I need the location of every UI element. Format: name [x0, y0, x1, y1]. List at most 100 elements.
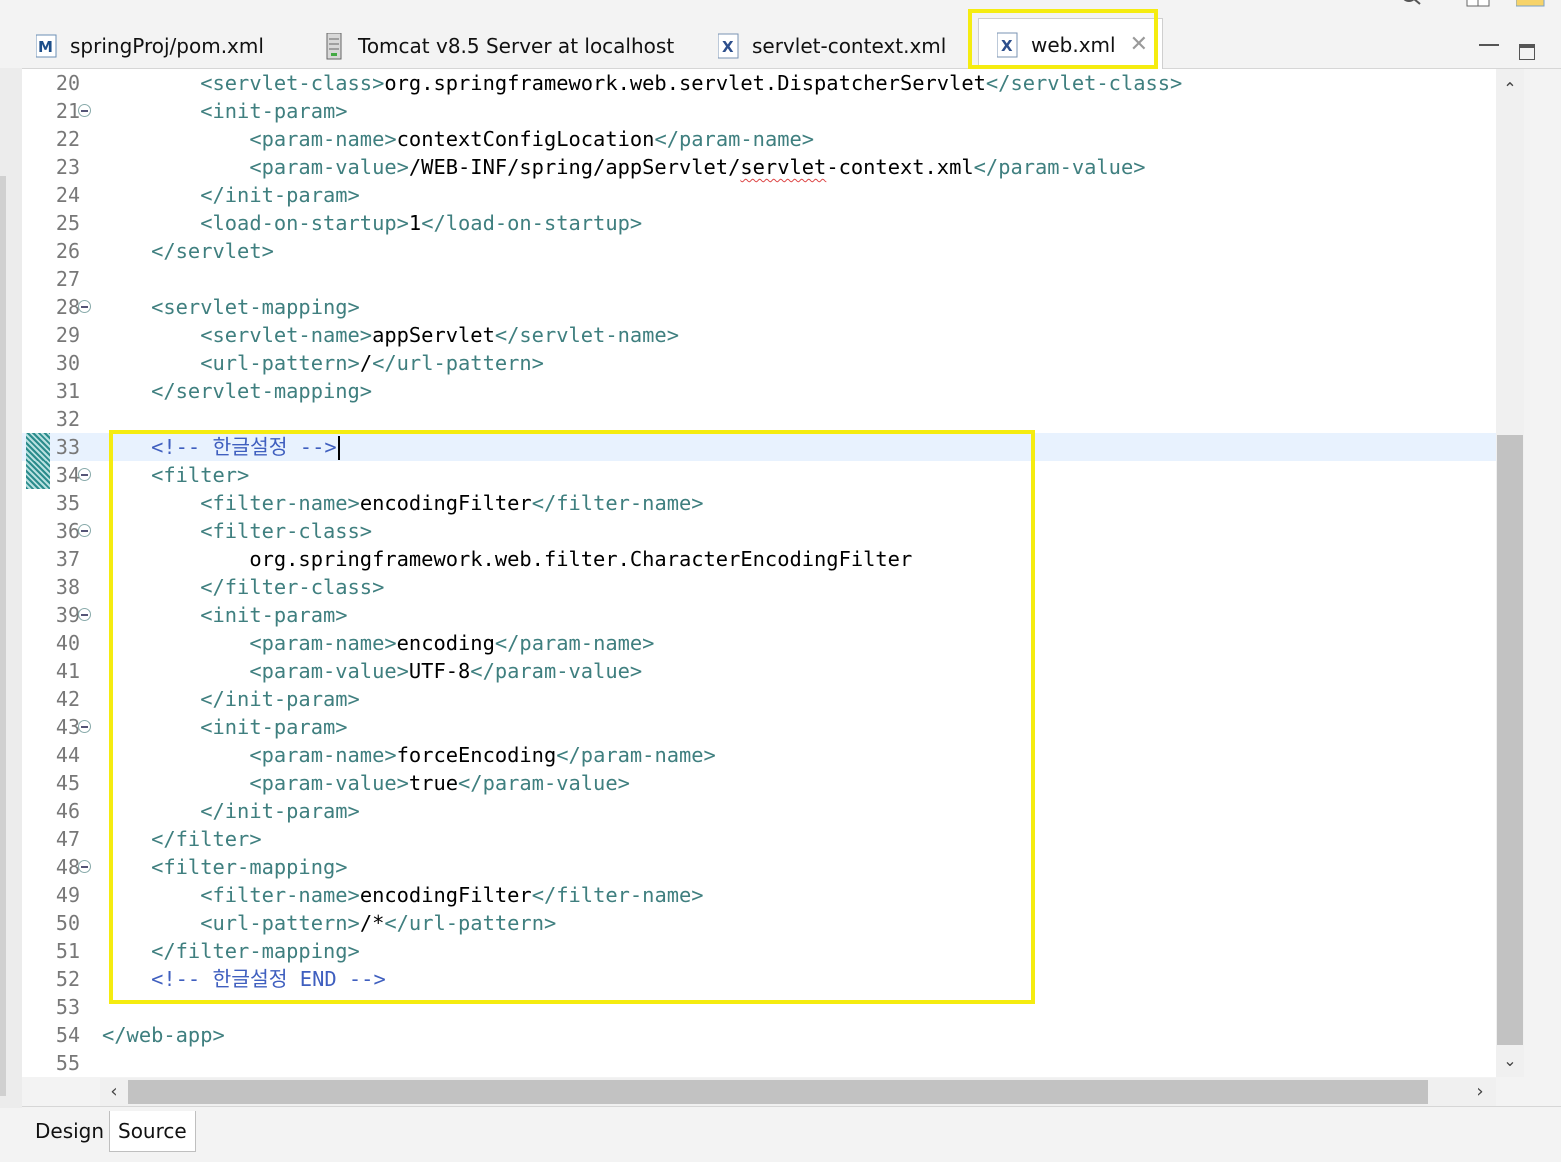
xml-file-icon: X: [717, 33, 740, 59]
code-line[interactable]: 54 </web-app>: [22, 1021, 1496, 1049]
xml-tag: <param-name>: [102, 631, 397, 655]
svg-text:X: X: [722, 38, 734, 56]
minimize-icon[interactable]: [1479, 44, 1499, 46]
code-line[interactable]: 29 <servlet-name>appServlet</servlet-nam…: [22, 321, 1496, 349]
perspective-icon[interactable]: [1466, 0, 1490, 8]
line-number: 23: [55, 155, 80, 179]
code-line[interactable]: 22 <param-name>contextConfigLocation</pa…: [22, 125, 1496, 153]
line-number: 29: [55, 323, 80, 347]
hscrollbar-thumb[interactable]: [128, 1080, 1428, 1104]
xml-tag: <servlet-mapping>: [102, 295, 360, 319]
code-line[interactable]: 35 <filter-name>encodingFilter</filter-n…: [22, 489, 1496, 517]
java-ee-perspective-icon[interactable]: [1515, 0, 1545, 8]
xml-tag: <param-name>: [102, 743, 397, 767]
code-line[interactable]: 38 </filter-class>: [22, 573, 1496, 601]
xml-tag: </load-on-startup>: [421, 211, 643, 235]
vertical-scrollbar[interactable]: ⌃ ⌄: [1496, 69, 1524, 1077]
line-number: 45: [55, 771, 80, 795]
code-line[interactable]: 48 <filter-mapping>: [22, 853, 1496, 881]
code-line[interactable]: 21 <init-param>: [22, 97, 1496, 125]
maximize-icon[interactable]: [1519, 44, 1535, 60]
code-line[interactable]: 46 </init-param>: [22, 797, 1496, 825]
xml-tag: <init-param>: [102, 99, 348, 123]
left-edge-panel: [0, 68, 22, 1108]
line-number: 51: [55, 939, 80, 963]
code-line[interactable]: 37 org.springframework.web.filter.Charac…: [22, 545, 1496, 573]
code-text: <init-param>: [102, 97, 348, 125]
scroll-down-icon[interactable]: ⌄: [1496, 1049, 1524, 1073]
xml-tag: </servlet>: [102, 239, 274, 263]
fold-collapse-icon[interactable]: [78, 104, 91, 117]
source-editor[interactable]: 20 <servlet-class>org.springframework.we…: [22, 69, 1496, 1077]
xml-tag: </filter>: [102, 827, 262, 851]
code-line[interactable]: 42 </init-param>: [22, 685, 1496, 713]
xml-tag: </filter-name>: [531, 491, 704, 515]
code-line[interactable]: 41 <param-value>UTF-8</param-value>: [22, 657, 1496, 685]
code-line[interactable]: 45 <param-value>true</param-value>: [22, 769, 1496, 797]
xml-tag: <param-name>: [102, 127, 397, 151]
code-line[interactable]: 32: [22, 405, 1496, 433]
code-line[interactable]: 28 <servlet-mapping>: [22, 293, 1496, 321]
code-line[interactable]: 33 <!-- 한글설정 -->: [22, 433, 1496, 461]
scrollbar-thumb[interactable]: [1497, 435, 1523, 1045]
code-line[interactable]: 49 <filter-name>encodingFilter</filter-n…: [22, 881, 1496, 909]
search-icon[interactable]: [1400, 0, 1422, 8]
code-line[interactable]: 25 <load-on-startup>1</load-on-startup>: [22, 209, 1496, 237]
tab-servlet-context-xml[interactable]: X servlet-context.xml: [717, 24, 946, 68]
tab-web-xml[interactable]: X web.xml ✕: [978, 18, 1164, 71]
fold-collapse-icon[interactable]: [78, 300, 91, 313]
tab-pom-xml[interactable]: M springProj/pom.xml: [35, 24, 264, 68]
code-text: </web-app>: [102, 1021, 225, 1049]
xml-file-icon: X: [996, 32, 1019, 58]
tab-design[interactable]: Design: [27, 1111, 112, 1151]
code-line[interactable]: 47 </filter>: [22, 825, 1496, 853]
line-number: 50: [55, 911, 80, 935]
xml-tag: </servlet-mapping>: [102, 379, 373, 403]
code-line[interactable]: 26 </servlet>: [22, 237, 1496, 265]
code-text: <filter-class>: [102, 517, 372, 545]
code-line[interactable]: 23 <param-value>/WEB-INF/spring/appServl…: [22, 153, 1496, 181]
fold-collapse-icon[interactable]: [78, 720, 91, 733]
code-line[interactable]: 39 <init-param>: [22, 601, 1496, 629]
scroll-up-icon[interactable]: ⌃: [1496, 77, 1524, 101]
xml-tag: <url-pattern>: [102, 351, 360, 375]
code-line[interactable]: 34 <filter>: [22, 461, 1496, 489]
code-line[interactable]: 53: [22, 993, 1496, 1021]
tab-source[interactable]: Source: [109, 1111, 196, 1152]
code-line[interactable]: 40 <param-name>encoding</param-name>: [22, 629, 1496, 657]
code-line[interactable]: 50 <url-pattern>/*</url-pattern>: [22, 909, 1496, 937]
code-text: </filter-class>: [102, 573, 384, 601]
code-line[interactable]: 55: [22, 1049, 1496, 1077]
fold-collapse-icon[interactable]: [78, 860, 91, 873]
code-line[interactable]: 20 <servlet-class>org.springframework.we…: [22, 69, 1496, 97]
xml-text: org.springframework.web.filter.Character…: [102, 547, 913, 571]
line-number: 21: [55, 99, 80, 123]
code-line[interactable]: 24 </init-param>: [22, 181, 1496, 209]
code-line[interactable]: 27: [22, 265, 1496, 293]
code-text: </filter-mapping>: [102, 937, 360, 965]
code-line[interactable]: 31 </servlet-mapping>: [22, 377, 1496, 405]
code-text: </servlet-mapping>: [102, 377, 372, 405]
scroll-right-icon[interactable]: ›: [1468, 1078, 1492, 1106]
xml-tag: <servlet-name>: [102, 323, 373, 347]
horizontal-scrollbar[interactable]: ‹ ›: [100, 1078, 1496, 1106]
xml-text: org.springframework.web.servlet.Dispatch…: [384, 71, 986, 95]
code-text: <url-pattern>/*</url-pattern>: [102, 909, 556, 937]
close-icon[interactable]: ✕: [1130, 34, 1148, 56]
fold-collapse-icon[interactable]: [78, 524, 91, 537]
code-line[interactable]: 36 <filter-class>: [22, 517, 1496, 545]
code-line[interactable]: 52 <!-- 한글설정 END -->: [22, 965, 1496, 993]
xml-text: /: [359, 351, 373, 375]
line-number: 40: [55, 631, 80, 655]
code-text: </servlet>: [102, 237, 274, 265]
fold-collapse-icon[interactable]: [78, 468, 91, 481]
code-line[interactable]: 30 <url-pattern>/</url-pattern>: [22, 349, 1496, 377]
line-number: 32: [55, 407, 80, 431]
scroll-left-icon[interactable]: ‹: [102, 1078, 126, 1106]
code-line[interactable]: 43 <init-param>: [22, 713, 1496, 741]
xml-tag: </filter-name>: [531, 883, 704, 907]
fold-collapse-icon[interactable]: [78, 608, 91, 621]
code-line[interactable]: 44 <param-name>forceEncoding</param-name…: [22, 741, 1496, 769]
tab-tomcat-server[interactable]: Tomcat v8.5 Server at localhost: [324, 24, 674, 68]
code-line[interactable]: 51 </filter-mapping>: [22, 937, 1496, 965]
